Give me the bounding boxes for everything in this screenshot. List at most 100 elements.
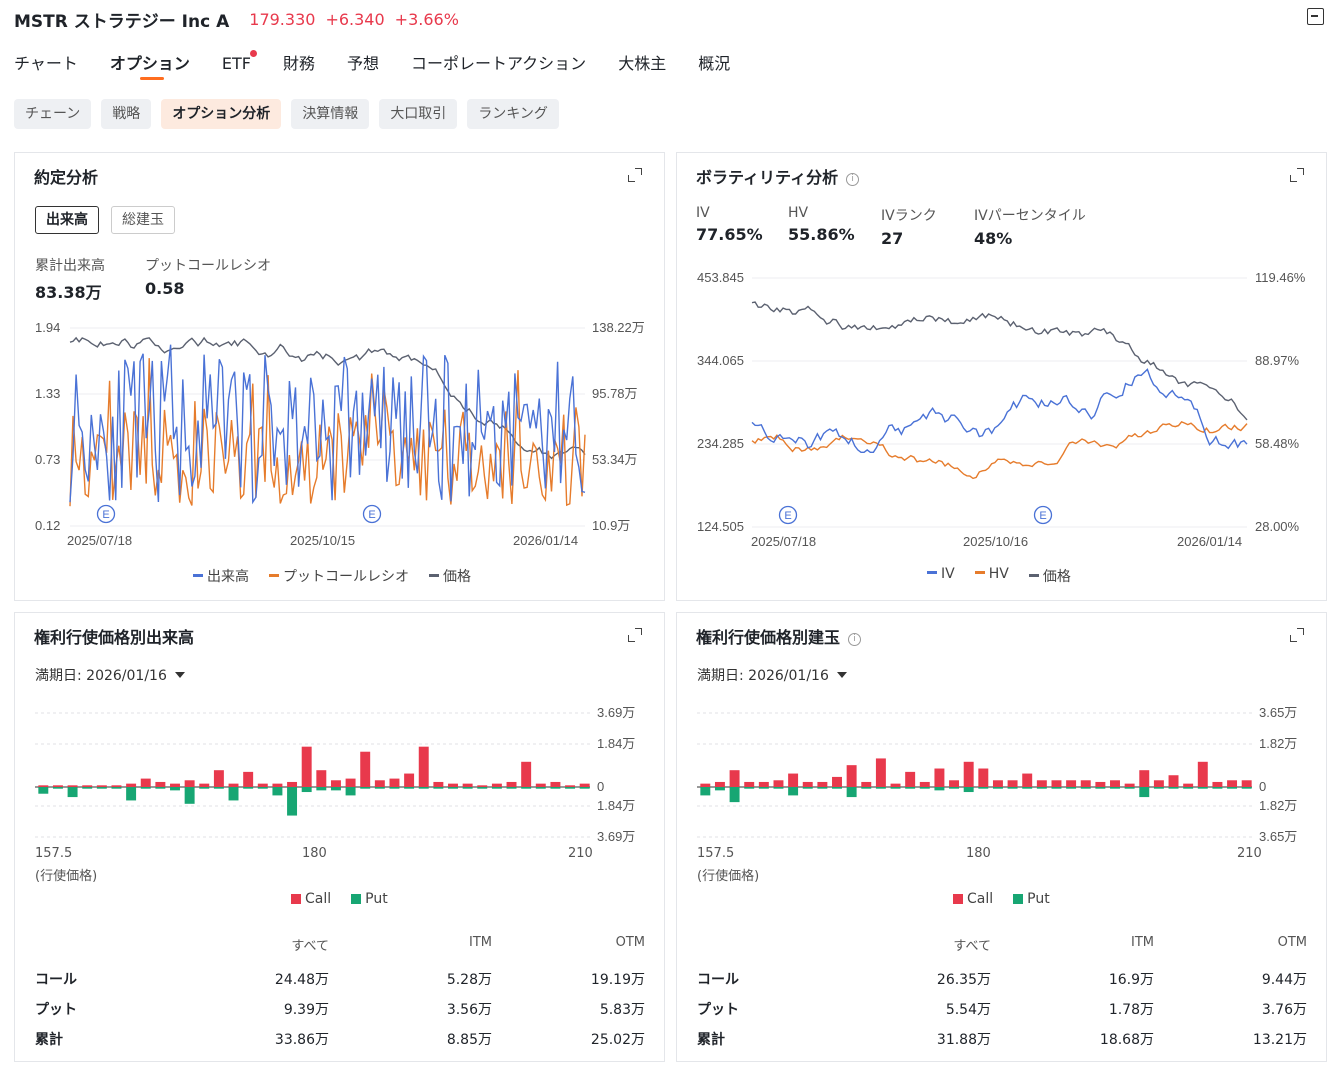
- stat-label: 累計出来高: [35, 258, 105, 274]
- put-bar: [1153, 787, 1164, 789]
- iv-percentile-stat: IVパーセンタイル 48%: [974, 205, 1086, 248]
- open-interest-toggle[interactable]: 総建玉: [111, 206, 175, 234]
- earnings-label: E: [102, 509, 109, 521]
- tab-chart[interactable]: チャート: [14, 52, 78, 80]
- put-bar: [919, 787, 930, 789]
- main-tabs: チャート オプション ETF 財務 予想 コーポレートアクション 大株主 概況: [14, 50, 762, 82]
- expand-icon[interactable]: [1290, 168, 1304, 182]
- subtab-earnings[interactable]: 決算情報: [291, 99, 370, 129]
- call-bar: [1139, 770, 1150, 787]
- call-bar: [846, 765, 857, 787]
- tab-options[interactable]: オプション: [110, 52, 190, 80]
- tab-major-holders[interactable]: 大株主: [618, 52, 666, 80]
- call-bar: [1241, 780, 1252, 787]
- put-bar: [316, 787, 327, 791]
- subtab-option-analysis[interactable]: オプション分析: [161, 99, 282, 129]
- y-tick-label: 344.065: [697, 353, 744, 368]
- subtab-block-trades[interactable]: 大口取引: [379, 99, 458, 129]
- stat-label: プットコールレシオ: [145, 258, 271, 274]
- call-bar: [565, 785, 576, 787]
- strike-volume-card: 権利行使価格別出来高 満期日: 2026/01/16 3.69万 1.84万 0 1.…: [14, 612, 665, 1062]
- call-bar: [52, 785, 63, 787]
- put-bar: [228, 787, 239, 801]
- call-bar: [758, 781, 769, 787]
- expiry-value: 2026/01/16: [748, 668, 829, 684]
- expiry-selector[interactable]: 満期日: 2026/01/16: [697, 665, 847, 685]
- y2-tick-label: 138.22万: [592, 320, 645, 335]
- put-bar: [1066, 787, 1077, 789]
- put-bar: [1036, 787, 1047, 789]
- put-bar: [550, 787, 561, 789]
- info-icon[interactable]: i: [846, 173, 860, 186]
- legend-call: Call: [291, 891, 331, 907]
- call-bar: [1227, 780, 1238, 787]
- volume-toggle[interactable]: 出来高: [35, 206, 99, 234]
- stat-label: IVパーセンタイル: [974, 208, 1086, 224]
- col-itm: ITM: [469, 935, 492, 950]
- call-bar: [82, 785, 93, 787]
- row-put-label: プット: [697, 1002, 739, 1018]
- call-bar: [729, 770, 740, 787]
- put-bar: [773, 787, 784, 789]
- put-bar: [802, 787, 813, 789]
- expiry-selector[interactable]: 満期日: 2026/01/16: [35, 665, 185, 685]
- put-bar: [729, 787, 740, 803]
- price-change: +6.340: [325, 9, 385, 29]
- put-bar: [155, 787, 166, 789]
- subtab-ranking[interactable]: ランキング: [467, 99, 559, 129]
- tab-forecast[interactable]: 予想: [347, 52, 379, 80]
- put-bar: [418, 787, 429, 789]
- exit-icon[interactable]: [1307, 8, 1324, 25]
- put-bar: [1124, 787, 1135, 789]
- put-bar: [978, 787, 989, 789]
- call-bar: [418, 746, 429, 787]
- call-bar: [170, 783, 180, 787]
- vol-legend: IV HV 価格: [927, 566, 1071, 586]
- put-bar: [521, 787, 532, 789]
- row-call-all: 26.35万: [936, 972, 991, 988]
- call-bar: [111, 785, 122, 787]
- call-bar: [919, 781, 930, 787]
- call-bar: [714, 781, 725, 787]
- expand-icon[interactable]: [628, 628, 642, 642]
- call-bar: [700, 783, 711, 787]
- y-tick-label: 1.82万: [1259, 798, 1297, 813]
- call-bar: [345, 778, 356, 787]
- strike-oi-legend: Call Put: [953, 891, 1050, 907]
- col-otm: OTM: [1277, 935, 1307, 950]
- call-bar: [535, 783, 546, 787]
- put-bar: [744, 787, 755, 789]
- earnings-label: E: [784, 510, 791, 522]
- tab-overview[interactable]: 概況: [698, 52, 730, 80]
- call-bar: [462, 783, 473, 787]
- earnings-label: E: [368, 509, 375, 521]
- call-bar: [788, 773, 799, 787]
- x-tick-label: 2026/01/14: [513, 533, 578, 548]
- trade-legend: 出来高 プットコールレシオ 価格: [193, 566, 471, 586]
- row-call-itm: 5.28万: [446, 972, 492, 988]
- info-icon[interactable]: i: [848, 633, 862, 646]
- notification-dot: [249, 50, 257, 57]
- y-tick-label: 1.84万: [597, 798, 635, 813]
- tab-corporate-action[interactable]: コーポレートアクション: [411, 52, 586, 80]
- volatility-line-chart: 453.845 119.46% 344.065 88.97% 234.285 58.48%…: [697, 270, 1306, 549]
- expand-icon[interactable]: [1290, 628, 1304, 642]
- call-bar: [832, 776, 842, 787]
- put-bar: [243, 787, 254, 789]
- call-bar: [1212, 781, 1223, 787]
- put-bar: [1241, 787, 1252, 789]
- x-caption: (行使価格): [35, 869, 98, 884]
- expand-icon[interactable]: [628, 168, 642, 182]
- card-title: 権利行使価格別出来高: [34, 628, 195, 647]
- subtab-strategy[interactable]: 戦略: [101, 99, 152, 129]
- y2-tick-label: 58.48%: [1255, 436, 1300, 451]
- tab-etf[interactable]: ETF: [222, 50, 257, 80]
- tab-financials[interactable]: 財務: [283, 52, 315, 80]
- stat-label: IV: [696, 205, 710, 221]
- strike-oi-card: 権利行使価格別建玉 i 満期日: 2026/01/16 3.65万 1.82万 0 1.…: [676, 612, 1327, 1062]
- put-bar: [360, 787, 371, 789]
- subtab-chain[interactable]: チェーン: [14, 99, 92, 129]
- put-bar: [448, 787, 458, 789]
- x-label-end: 210: [568, 846, 593, 861]
- price-change-pct: +3.66%: [394, 9, 459, 29]
